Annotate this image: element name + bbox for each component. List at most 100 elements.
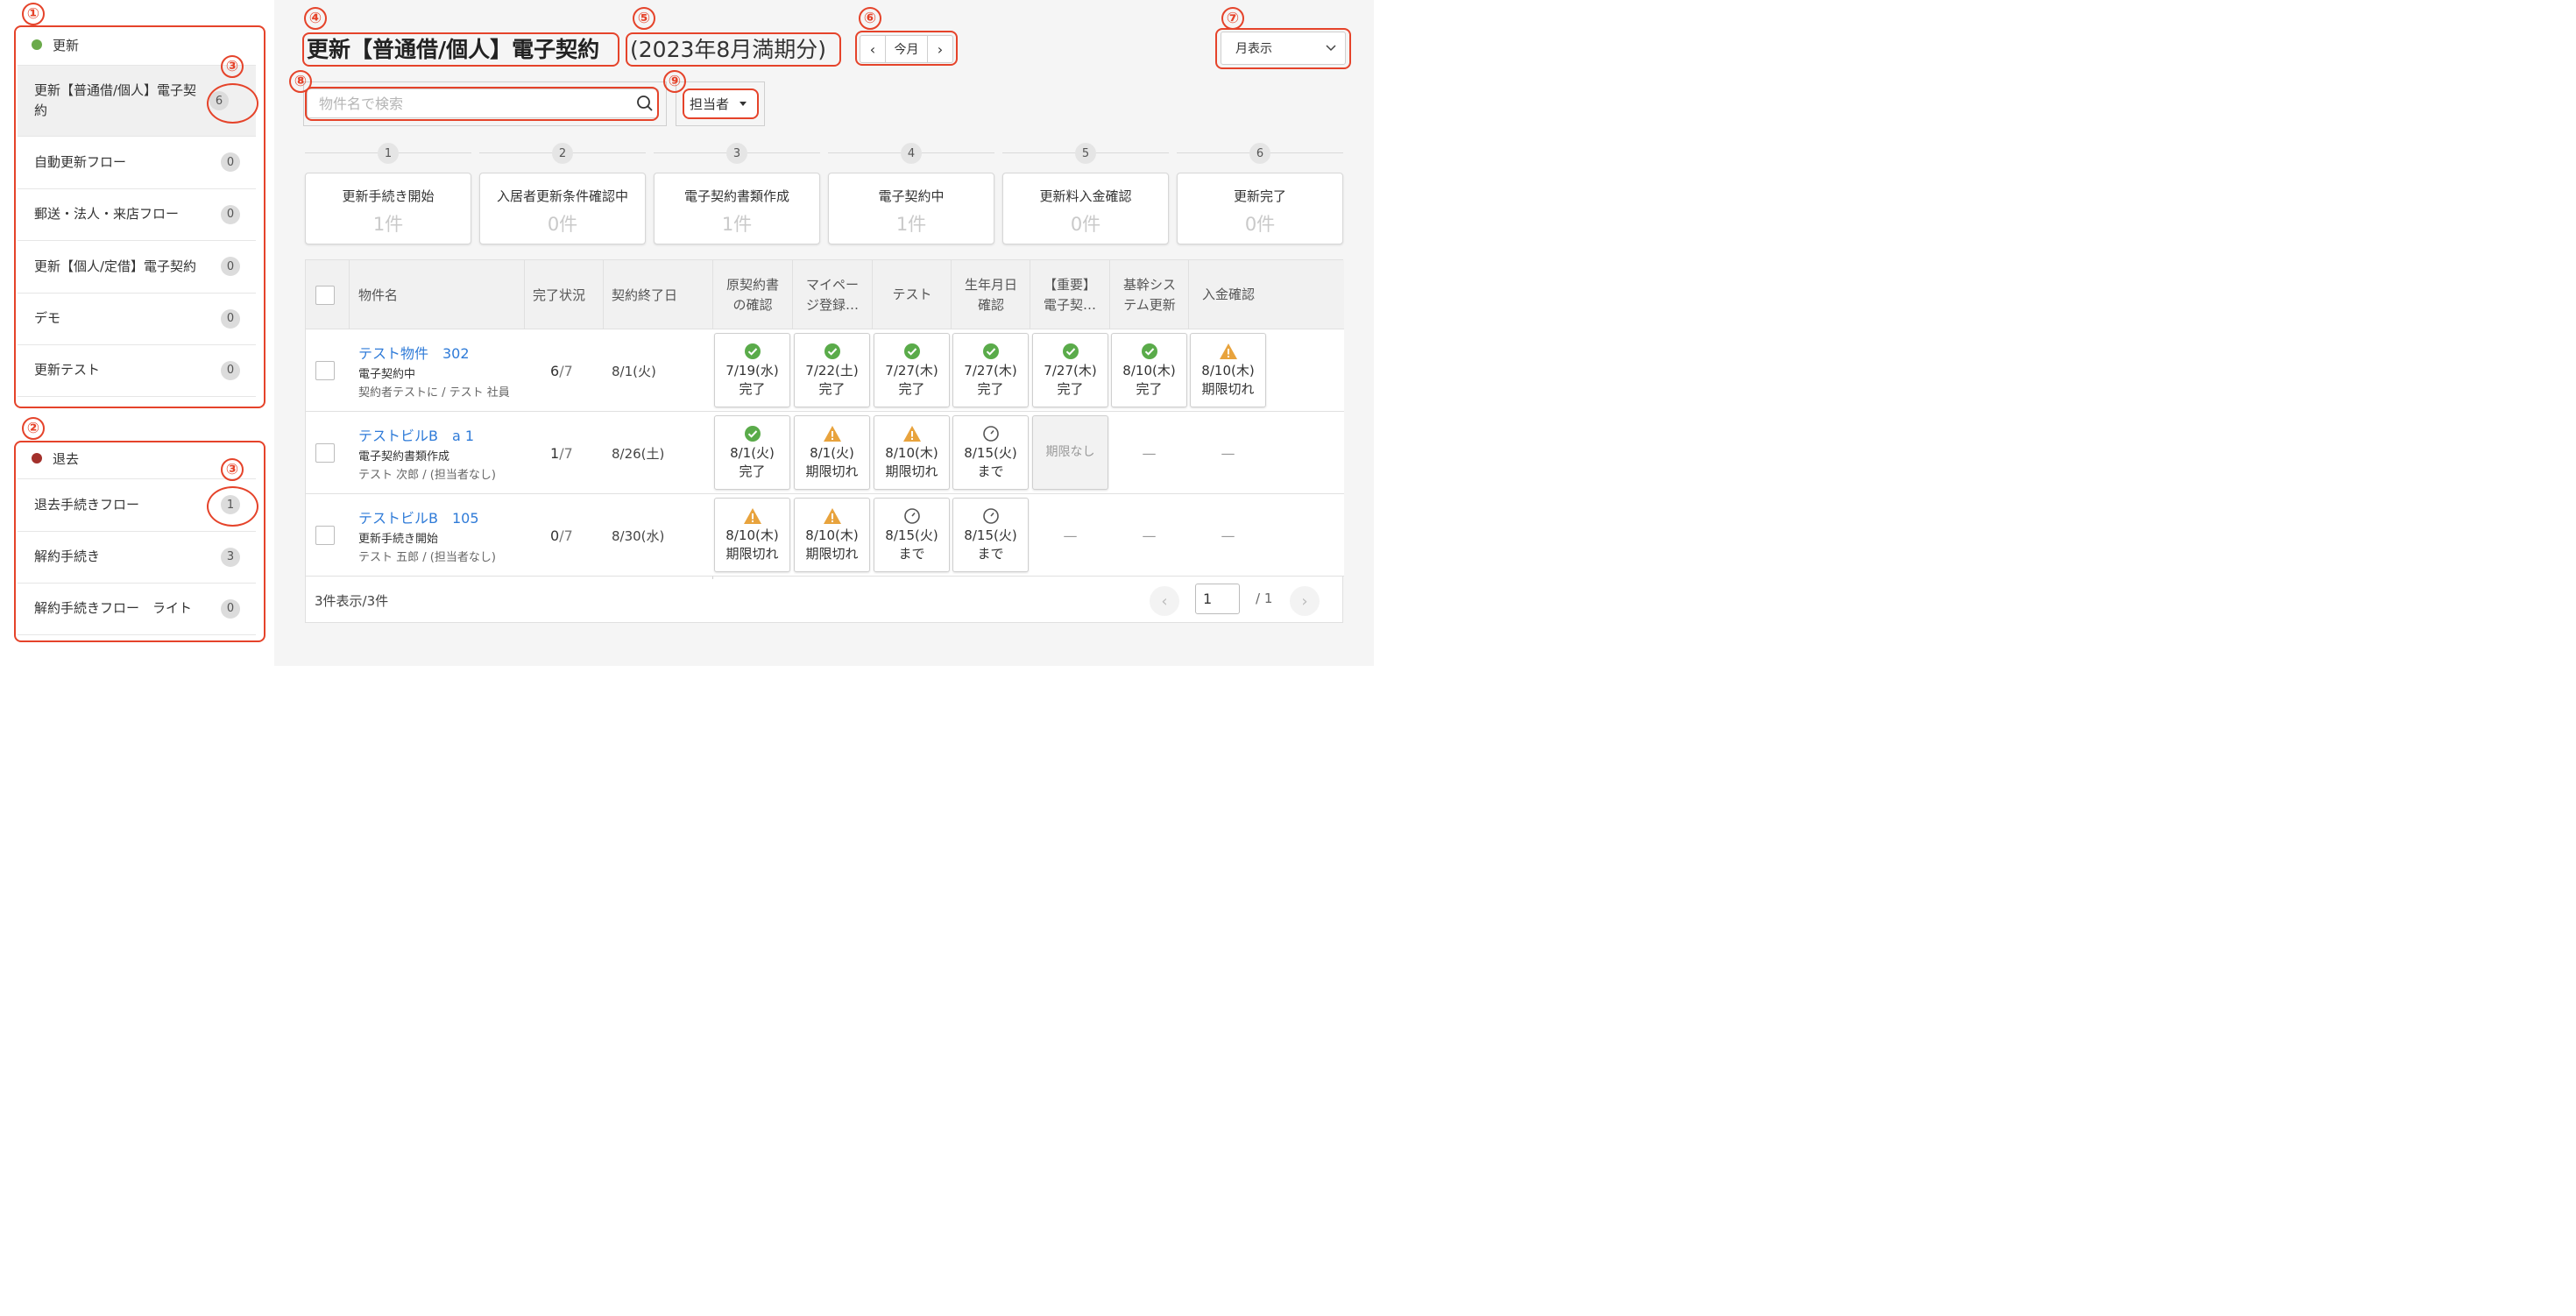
task-card[interactable]: 7/27(木) 完了 — [1032, 333, 1108, 407]
search-input[interactable] — [308, 89, 632, 117]
next-page-button[interactable]: › — [1290, 586, 1320, 616]
column-header-task[interactable]: 基幹シス テム更新 — [1110, 260, 1189, 329]
row-checkbox[interactable] — [315, 361, 335, 380]
table-row: テスト物件 302 電子契約中 契約者テストに / テスト 社員 6/7 8/1… — [306, 329, 1344, 412]
sidebar-item-renewal-fixed[interactable]: 更新【個人/定借】電子契約 0 — [18, 240, 256, 293]
task-card[interactable]: 期限なし — [1032, 415, 1108, 490]
column-divider — [349, 260, 350, 329]
warning-icon — [743, 506, 762, 526]
task-card[interactable]: 8/10(木) 期限切れ — [874, 415, 950, 490]
sidebar-item-auto-renewal[interactable]: 自動更新フロー 0 — [18, 136, 256, 188]
clock-icon — [982, 506, 1000, 526]
column-header-end-date[interactable]: 契約終了日 — [612, 260, 677, 329]
task-card[interactable]: 8/10(木) 期限切れ — [714, 498, 790, 572]
sidebar-item-cancellation-lite[interactable]: 解約手続きフロー ライト 0 — [18, 583, 256, 635]
workflow-step: 5 更新料入金確認 0件 — [1002, 140, 1169, 245]
task-empty: — — [1142, 444, 1157, 462]
workflow-steps: 1 更新手続き開始 1件 2 入居者更新条件確認中 0件 3 電子契約書類作成 … — [305, 140, 1343, 245]
task-card[interactable]: 8/1(火) 完了 — [714, 415, 790, 490]
caret-down-icon — [740, 102, 747, 106]
result-count: 3件表示/3件 — [315, 593, 389, 609]
sidebar-item-cancellation[interactable]: 解約手続き 3 — [18, 530, 256, 584]
task-state: まで — [898, 546, 925, 562]
column-header-task[interactable]: 原契約書 の確認 — [713, 260, 792, 329]
sidebar-item-renewal-standard[interactable]: 更新【普通借/個人】電子契約 6 — [18, 65, 256, 136]
task-date: 7/22(土) — [805, 363, 859, 379]
count-badge: 0 — [221, 308, 240, 329]
step-number: 5 — [1075, 143, 1096, 164]
row-checkbox[interactable] — [315, 443, 335, 463]
task-card[interactable]: 7/27(木) 完了 — [952, 333, 1029, 407]
sidebar-item-leave-flow[interactable]: 退去手続きフロー 1 — [18, 478, 256, 531]
sidebar-group-update: 更新 更新【普通借/個人】電子契約 6 自動更新フロー 0 郵送・法人・来店フロ… — [18, 25, 256, 397]
view-mode-value: 月表示 — [1235, 42, 1272, 56]
task-date: 8/15(火) — [964, 445, 1017, 461]
progress-done: 1 — [550, 444, 560, 462]
task-card[interactable]: 7/22(土) 完了 — [794, 333, 870, 407]
task-empty: — — [1142, 527, 1157, 544]
prev-month-button[interactable]: ‹ — [860, 36, 885, 62]
select-all-cell — [315, 260, 336, 329]
table-row: テストビルB a 1 電子契約書類作成 テスト 次郎 / (担当者なし) 1/7… — [306, 412, 1344, 494]
current-month-button[interactable]: 今月 — [885, 36, 928, 62]
property-name-link[interactable]: テストビルB 105 — [358, 506, 496, 527]
step-title: 更新料入金確認 — [1039, 188, 1132, 204]
sidebar-item-demo[interactable]: デモ 0 — [18, 292, 256, 345]
task-card[interactable]: 8/15(火) まで — [952, 498, 1029, 572]
step-number: 3 — [726, 143, 747, 164]
group-title: 更新 — [53, 37, 80, 53]
next-month-button[interactable]: › — [928, 36, 952, 62]
property-name-link[interactable]: テスト物件 302 — [358, 342, 510, 363]
select-all-checkbox[interactable] — [315, 285, 335, 305]
step-card[interactable]: 入居者更新条件確認中 0件 — [479, 173, 646, 244]
task-card[interactable]: 8/15(火) まで — [952, 415, 1029, 490]
group-header-leave[interactable]: 退去 — [18, 438, 256, 478]
task-card[interactable]: 8/10(木) 期限切れ — [794, 498, 870, 572]
prev-page-button[interactable]: ‹ — [1150, 586, 1179, 616]
column-header-progress[interactable]: 完了状況 — [533, 260, 585, 329]
task-state: 期限切れ — [725, 546, 779, 562]
sidebar-item-renewal-test[interactable]: 更新テスト 0 — [18, 344, 256, 397]
task-state: 完了 — [1136, 381, 1163, 397]
group-header-update[interactable]: 更新 — [18, 25, 256, 65]
assignee-filter-dropdown[interactable]: 担当者 — [683, 90, 757, 117]
column-header-name[interactable]: 物件名 — [358, 260, 398, 329]
column-header-task[interactable]: 【重要】 電子契… — [1030, 260, 1109, 329]
task-card[interactable]: 8/10(木) 期限切れ — [1190, 333, 1266, 407]
task-card[interactable]: 8/1(火) 期限切れ — [794, 415, 870, 490]
workflow-step: 3 電子契約書類作成 1件 — [654, 140, 820, 245]
task-card[interactable]: 7/19(水) 完了 — [714, 333, 790, 407]
step-card[interactable]: 更新料入金確認 0件 — [1002, 173, 1169, 244]
check-circle-icon — [824, 342, 841, 361]
column-header-task[interactable]: テスト — [873, 260, 952, 329]
warning-icon — [823, 424, 842, 443]
page-number-input[interactable] — [1195, 584, 1240, 614]
sidebar-item-label: 更新【普通借/個人】電子契約 — [34, 82, 197, 118]
sidebar-item-mail-corporate[interactable]: 郵送・法人・来店フロー 0 — [18, 187, 256, 241]
view-mode-select[interactable]: 月表示 — [1221, 32, 1346, 65]
step-count: 1件 — [721, 214, 753, 235]
step-card[interactable]: 更新完了 0件 — [1177, 173, 1343, 244]
column-divider — [524, 260, 525, 329]
column-header-task[interactable]: 入金確認 — [1189, 260, 1268, 329]
task-card[interactable]: 8/10(木) 完了 — [1111, 333, 1187, 407]
row-checkbox[interactable] — [315, 526, 335, 545]
property-name-link[interactable]: テストビルB a 1 — [358, 424, 496, 445]
column-header-task[interactable]: 生年月日 確認 — [952, 260, 1030, 329]
task-card[interactable]: 7/27(木) 完了 — [874, 333, 950, 407]
task-state: まで — [977, 463, 1004, 479]
step-card[interactable]: 電子契約中 1件 — [828, 173, 994, 244]
search-icon[interactable] — [632, 95, 658, 112]
task-empty: — — [1063, 527, 1078, 544]
task-card[interactable]: 8/15(火) まで — [874, 498, 950, 572]
check-circle-icon — [744, 342, 761, 361]
column-header-task[interactable]: マイペー ジ登録… — [793, 260, 872, 329]
chevron-down-icon — [1326, 41, 1336, 55]
check-circle-icon — [1141, 342, 1158, 361]
property-cell: テストビルB a 1 電子契約書類作成 テスト 次郎 / (担当者なし) — [358, 412, 496, 494]
task-empty: — — [1221, 527, 1235, 544]
step-card[interactable]: 電子契約書類作成 1件 — [654, 173, 820, 244]
step-card[interactable]: 更新手続き開始 1件 — [305, 173, 471, 244]
sidebar-item-label: 自動更新フロー — [34, 153, 127, 170]
workflow-step: 4 電子契約中 1件 — [828, 140, 994, 245]
